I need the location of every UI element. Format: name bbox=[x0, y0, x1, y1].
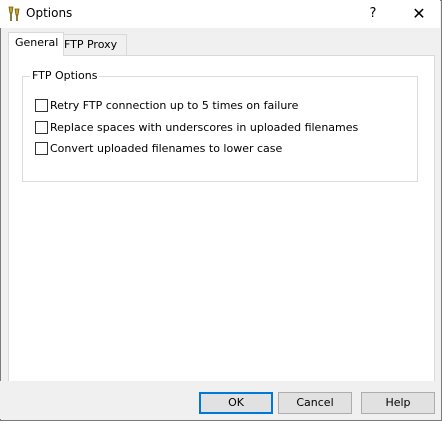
lowercase-label[interactable]: Convert uploaded filenames to lower case bbox=[50, 142, 282, 156]
lowercase-checkbox[interactable] bbox=[35, 142, 48, 155]
replace-spaces-checkbox[interactable] bbox=[35, 121, 48, 134]
window-title: Options bbox=[26, 6, 73, 20]
options-app-icon bbox=[8, 6, 20, 21]
tab-ftp-proxy[interactable]: FTP Proxy bbox=[57, 34, 127, 55]
ok-button[interactable]: OK bbox=[199, 392, 273, 414]
retry-ftp-label[interactable]: Retry FTP connection up to 5 times on fa… bbox=[50, 99, 298, 113]
replace-spaces-label[interactable]: Replace spaces with underscores in uploa… bbox=[50, 121, 358, 135]
help-button[interactable]: Help bbox=[361, 392, 435, 414]
group-title: FTP Options bbox=[30, 69, 100, 82]
titlebar-help-button[interactable]: ? bbox=[358, 0, 388, 28]
retry-ftp-checkbox[interactable] bbox=[35, 99, 48, 112]
title-bar: Options ? ✕ bbox=[0, 0, 440, 28]
cancel-button[interactable]: Cancel bbox=[278, 392, 352, 414]
tab-general[interactable]: General bbox=[8, 32, 64, 56]
close-button[interactable]: ✕ bbox=[398, 0, 440, 28]
